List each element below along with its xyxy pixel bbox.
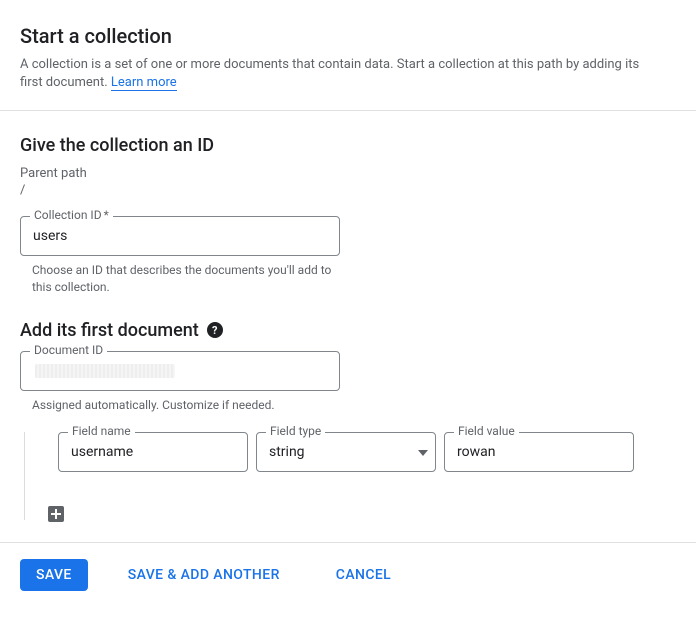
document-id-masked-value: [35, 364, 175, 378]
field-name-label: Field name: [68, 424, 135, 438]
help-icon[interactable]: ?: [207, 322, 223, 338]
collection-id-label: Collection ID*: [30, 208, 113, 222]
section-add-doc-title: Add its first document ?: [20, 320, 676, 341]
parent-path-value: /: [20, 183, 676, 198]
add-field-button[interactable]: [48, 506, 64, 522]
tree-line: [24, 432, 25, 520]
required-mark: *: [104, 208, 109, 222]
learn-more-link[interactable]: Learn more: [111, 75, 177, 91]
field-type-label: Field type: [266, 424, 325, 438]
save-add-another-button[interactable]: SAVE & ADD ANOTHER: [112, 559, 296, 591]
dialog-footer: SAVE SAVE & ADD ANOTHER CANCEL: [0, 542, 696, 607]
document-id-helper: Assigned automatically. Customize if nee…: [32, 397, 332, 414]
field-value-label: Field value: [454, 424, 519, 438]
plus-icon: [51, 509, 61, 519]
collection-id-label-text: Collection ID: [34, 208, 102, 222]
section-give-id-title: Give the collection an ID: [20, 135, 676, 156]
dialog-description: A collection is a set of one or more doc…: [20, 56, 660, 92]
field-value-input[interactable]: [444, 432, 634, 472]
field-type-select[interactable]: [256, 432, 436, 472]
section-add-doc-title-text: Add its first document: [20, 320, 199, 341]
document-id-input[interactable]: [20, 351, 340, 391]
collection-id-helper: Choose an ID that describes the document…: [32, 262, 332, 296]
field-name-input[interactable]: [58, 432, 248, 472]
document-id-label: Document ID: [30, 343, 107, 357]
dialog-title: Start a collection: [20, 24, 676, 48]
save-button[interactable]: SAVE: [20, 559, 88, 591]
cancel-button[interactable]: CANCEL: [320, 559, 407, 591]
parent-path-label: Parent path: [20, 166, 676, 181]
collection-id-input[interactable]: [20, 216, 340, 256]
